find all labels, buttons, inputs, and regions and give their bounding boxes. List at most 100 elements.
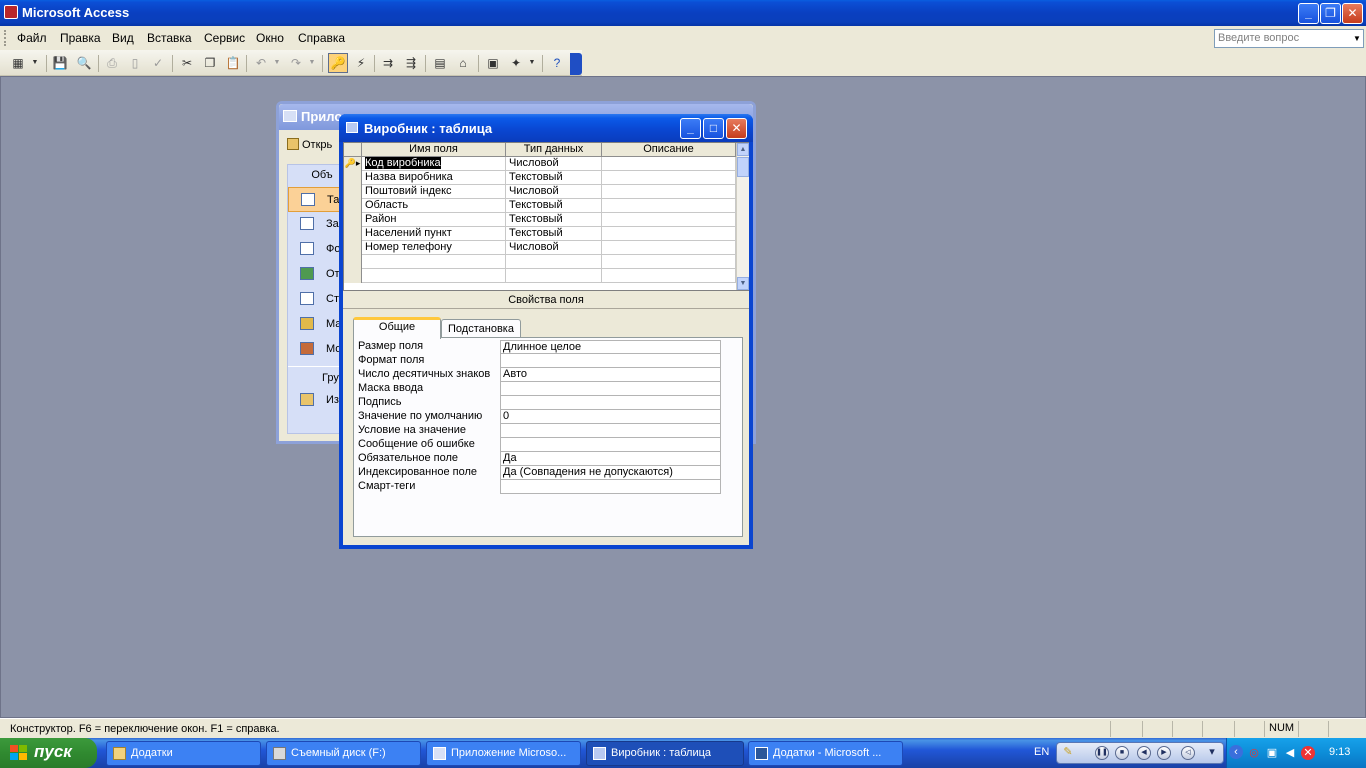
table-row[interactable] (344, 255, 736, 269)
property-row[interactable]: Значение по умолчанию 0 (358, 410, 722, 424)
object-modules[interactable]: Мо (288, 337, 346, 362)
build-icon[interactable]: ⌂ (455, 55, 471, 71)
table-design-window[interactable]: Виробник : таблица _ □ ✕ Имя поля Тип да… (339, 114, 753, 549)
save-icon[interactable]: 💾 (52, 55, 68, 71)
field-name-cell[interactable] (362, 255, 506, 269)
table-row[interactable]: 🔑▸ Код виробника Числовой (344, 157, 736, 171)
previous-icon[interactable]: ◀ (1137, 746, 1151, 760)
scroll-down-icon[interactable]: ▼ (737, 277, 749, 290)
row-selector[interactable] (344, 213, 362, 227)
property-row[interactable]: Условие на значение (358, 424, 722, 438)
speaker-icon[interactable]: ◀ (1283, 746, 1297, 760)
next-icon[interactable]: ▶ (1157, 746, 1171, 760)
task-access-app[interactable]: Приложение Microso... (426, 741, 581, 766)
security-alert-icon[interactable]: ✕ (1301, 746, 1315, 760)
menu-insert[interactable]: Вставка (147, 31, 192, 45)
primary-key-icon[interactable]: 🔑▸ (344, 157, 362, 171)
start-button[interactable]: пуск (0, 738, 97, 768)
data-type-cell[interactable]: Текстовый (506, 199, 602, 213)
description-cell[interactable] (602, 171, 736, 185)
task-word-doc[interactable]: Додатки - Microsoft ... (748, 741, 903, 766)
property-row[interactable]: Размер поля Длинное целое (358, 340, 722, 354)
task-table-window[interactable]: Виробник : таблица (586, 741, 744, 766)
col-field-name[interactable]: Имя поля (362, 143, 506, 157)
menu-window[interactable]: Окно (256, 31, 284, 45)
toolbar-options-icon[interactable] (570, 53, 582, 75)
object-reports[interactable]: От (288, 262, 346, 287)
help-icon[interactable]: ? (549, 55, 565, 71)
property-value[interactable]: Авто (500, 368, 721, 382)
database-window-icon[interactable]: ▣ (485, 55, 501, 71)
grid-vertical-scrollbar[interactable]: ▲ ▼ (736, 143, 749, 290)
property-row[interactable]: Маска ввода (358, 382, 722, 396)
search-icon[interactable]: 🔍 (76, 55, 92, 71)
object-queries[interactable]: За (288, 212, 346, 237)
description-cell[interactable] (602, 185, 736, 199)
table-row[interactable]: Поштовий індекс Числовой (344, 185, 736, 199)
clock[interactable]: 9:13 (1329, 746, 1350, 758)
col-description[interactable]: Описание (602, 143, 736, 157)
primary-key-icon[interactable]: 🔑 (328, 53, 348, 73)
stop-icon[interactable]: ■ (1115, 746, 1129, 760)
object-pages[interactable]: Ст (288, 287, 346, 312)
object-tables[interactable]: Та (288, 187, 346, 212)
data-type-cell[interactable]: Числовой (506, 157, 602, 171)
field-name-cell[interactable]: Поштовий індекс (362, 185, 506, 199)
property-value[interactable] (500, 354, 721, 368)
group-favorites[interactable]: Изб (288, 388, 346, 413)
data-type-cell[interactable]: Текстовый (506, 171, 602, 185)
field-name-cell[interactable]: Назва виробника (362, 171, 506, 185)
field-name-cell[interactable]: Код виробника (362, 157, 506, 171)
print-icon[interactable]: ⎙ (104, 55, 120, 71)
spelling-icon[interactable]: ✓ (150, 55, 166, 71)
new-object-icon[interactable]: ✦ (508, 55, 524, 71)
scroll-thumb[interactable] (737, 157, 749, 177)
table-row[interactable] (344, 269, 736, 283)
data-type-cell[interactable]: Числовой (506, 185, 602, 199)
field-name-cell[interactable]: Область (362, 199, 506, 213)
volume-icon[interactable]: ◁ (1181, 746, 1195, 760)
row-selector[interactable] (344, 255, 362, 269)
row-selector[interactable] (344, 269, 362, 283)
property-row[interactable]: Смарт-теги (358, 480, 722, 494)
close-button[interactable]: ✕ (1342, 3, 1363, 24)
data-type-cell[interactable] (506, 269, 602, 283)
description-cell[interactable] (602, 241, 736, 255)
menu-tools[interactable]: Сервис (204, 31, 245, 45)
delete-rows-icon[interactable]: ⇶ (403, 55, 419, 71)
property-row[interactable]: Подпись (358, 396, 722, 410)
undo-icon[interactable]: ↶ (253, 55, 269, 71)
property-value[interactable] (500, 382, 721, 396)
task-removable-disk[interactable]: Съемный диск (F:) (266, 741, 421, 766)
table-row[interactable]: Населений пункт Текстовый (344, 227, 736, 241)
groups-header[interactable]: Груп (288, 366, 346, 388)
open-button[interactable]: Открь (302, 139, 332, 151)
row-selector[interactable] (344, 185, 362, 199)
property-value[interactable]: Да (500, 452, 721, 466)
table-window-titlebar[interactable]: Виробник : таблица _ □ ✕ (339, 114, 753, 142)
tab-lookup[interactable]: Подстановка (441, 319, 521, 339)
property-value[interactable]: Да (Совпадения не допускаются) (500, 466, 721, 480)
table-minimize-button[interactable]: _ (680, 118, 701, 139)
redo-icon[interactable]: ↷ (288, 55, 304, 71)
description-cell[interactable] (602, 255, 736, 269)
view-dropdown-icon[interactable]: ▼ (30, 55, 40, 71)
field-name-cell[interactable]: Населений пункт (362, 227, 506, 241)
row-selector[interactable] (344, 171, 362, 185)
network-icon[interactable]: ▣ (1265, 746, 1279, 760)
property-row[interactable]: Обязательное поле Да (358, 452, 722, 466)
row-selector[interactable] (344, 241, 362, 255)
opera-icon[interactable]: ◎ (1247, 746, 1261, 760)
table-row[interactable]: Назва виробника Текстовый (344, 171, 736, 185)
field-name-cell[interactable]: Район (362, 213, 506, 227)
description-cell[interactable] (602, 269, 736, 283)
redo-dropdown-icon[interactable]: ▼ (307, 55, 317, 71)
property-value[interactable] (500, 480, 721, 494)
row-selector[interactable] (344, 199, 362, 213)
back-arrow-icon[interactable]: ‹ (1229, 745, 1243, 759)
property-row[interactable]: Формат поля (358, 354, 722, 368)
copy-icon[interactable]: ❐ (202, 55, 218, 71)
data-type-cell[interactable]: Текстовый (506, 213, 602, 227)
pause-icon[interactable]: ❚❚ (1095, 746, 1109, 760)
property-row[interactable]: Число десятичных знаков Авто (358, 368, 722, 382)
